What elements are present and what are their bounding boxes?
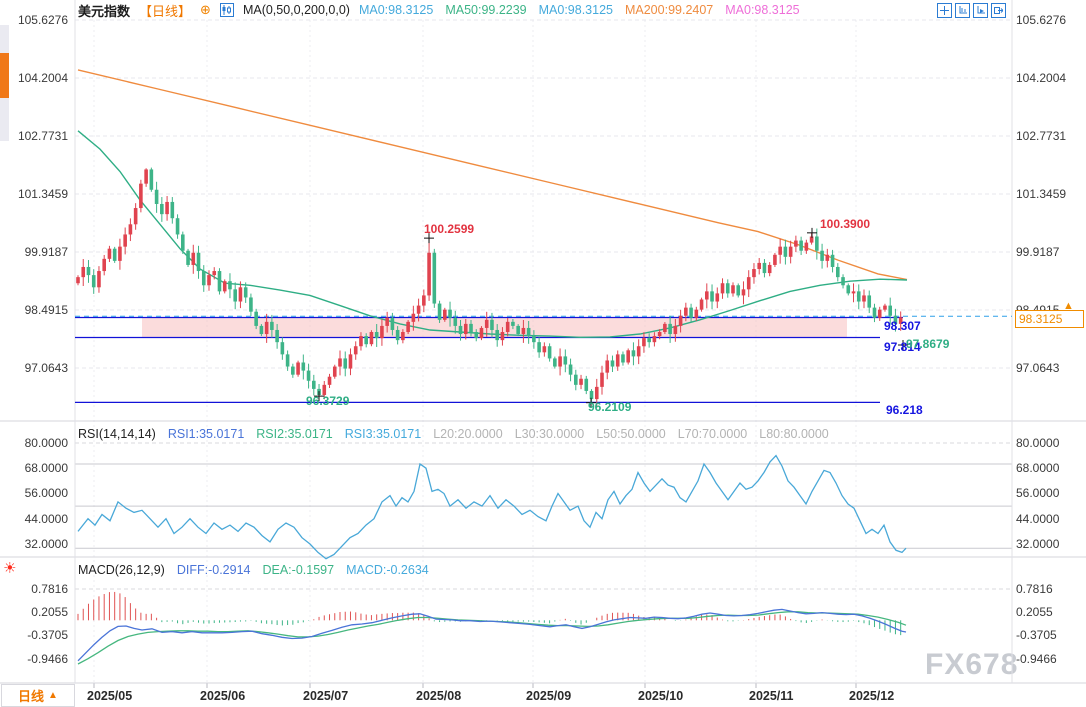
price-annotation: 96.3729 xyxy=(306,394,349,408)
exit-fullscreen-icon[interactable] xyxy=(991,3,1006,18)
rsi-value-label: RSI1:35.0171 xyxy=(168,427,244,441)
price-annotation: 100.2599 xyxy=(424,222,474,236)
date-axis-label: 2025/12 xyxy=(849,689,894,703)
indicator-line xyxy=(78,456,906,559)
macd-header: MACD(26,12,9) DIFF:-0.2914 DEA:-0.1597 MAC… xyxy=(78,563,429,577)
trading-chart-window: ☀ 美元指数 【日线】 ⊕ MA(0,50,0,200,0,0) MA0:98.… xyxy=(0,0,1086,707)
ma-values: MA0:98.3125 MA50:99.2239 MA0:98.3125 MA200:… xyxy=(359,3,800,17)
ma-value-label: MA50:99.2239 xyxy=(445,3,526,17)
current-price-badge: 98.3125 xyxy=(1015,310,1084,328)
price-chart-canvas[interactable] xyxy=(0,0,1086,707)
date-axis-label: 2025/07 xyxy=(303,689,348,703)
sun-icon[interactable]: ☀ xyxy=(3,561,16,576)
price-annotation: 96.2109 xyxy=(588,400,631,414)
symbol-title: 美元指数 xyxy=(78,1,130,20)
date-axis-label: 2025/08 xyxy=(416,689,461,703)
chart-header: 美元指数 【日线】 ⊕ MA(0,50,0,200,0,0) MA0:98.31… xyxy=(78,2,800,18)
left-scrollbar[interactable] xyxy=(0,25,9,141)
date-axis-label: 2025/05 xyxy=(87,689,132,703)
rsi-value-label: L50:50.0000 xyxy=(596,427,666,441)
rsi-params: RSI(14,14,14) xyxy=(78,427,156,441)
candlestick-chart-icon[interactable] xyxy=(220,3,234,17)
period-tag[interactable]: 【日线】 xyxy=(139,1,191,20)
rsi-values: RSI1:35.0171 RSI2:35.0171 RSI3:35.0171 L20:… xyxy=(168,427,829,441)
rsi-value-label: L30:30.0000 xyxy=(515,427,585,441)
ma-value-label: MA0:98.3125 xyxy=(725,3,799,17)
level-label: 97.8679 xyxy=(906,337,949,351)
rsi-value-label: L80:80.0000 xyxy=(759,427,829,441)
period-selector-arrow-icon: ▲ xyxy=(48,690,58,701)
rsi-value-label: RSI3:35.0171 xyxy=(345,427,421,441)
chart-toolbar xyxy=(937,3,1006,18)
rsi-value-label: L70:70.0000 xyxy=(678,427,748,441)
macd-value-label: DIFF:-0.2914 xyxy=(177,563,251,577)
circle-plus-icon[interactable]: ⊕ xyxy=(200,2,211,18)
ma-value-label: MA0:98.3125 xyxy=(359,3,433,17)
date-axis-label: 2025/06 xyxy=(200,689,245,703)
ma-value-label: MA200:99.2407 xyxy=(625,3,713,17)
rsi-header: RSI(14,14,14) RSI1:35.0171RSI2:35.0171RS… xyxy=(78,427,829,441)
macd-values: DIFF:-0.2914 DEA:-0.1597 MACD:-0.2634 xyxy=(177,563,429,577)
left-scrollbar-thumb[interactable] xyxy=(0,53,9,98)
indicator-line xyxy=(78,70,907,280)
indicator-line xyxy=(78,609,906,660)
crosshair-icon[interactable] xyxy=(937,3,952,18)
indicator-line xyxy=(78,131,907,337)
price-up-arrow-icon: ▲ xyxy=(1063,300,1074,312)
axis-pan-icon[interactable] xyxy=(973,3,988,18)
date-axis-label: 2025/09 xyxy=(526,689,571,703)
ma-value-label: MA0:98.3125 xyxy=(539,3,613,17)
axis-scale-icon[interactable] xyxy=(955,3,970,18)
level-label: 96.218 xyxy=(886,403,923,417)
date-axis-label: 2025/10 xyxy=(638,689,683,703)
level-label: 98.307 xyxy=(884,319,921,333)
rsi-value-label: RSI2:35.0171 xyxy=(256,427,332,441)
rsi-value-label: L20:20.0000 xyxy=(433,427,503,441)
date-axis-label: 2025/11 xyxy=(749,689,794,703)
period-selector-label: 日线 xyxy=(18,686,44,705)
period-selector-button[interactable]: 日线 ▲ xyxy=(1,684,75,707)
macd-value-label: MACD:-0.2634 xyxy=(346,563,429,577)
indicator-line xyxy=(78,612,906,664)
price-annotation: 100.3900 xyxy=(820,217,870,231)
ma-params: MA(0,50,0,200,0,0) xyxy=(243,3,350,17)
macd-value-label: DEA:-0.1597 xyxy=(262,563,334,577)
macd-params: MACD(26,12,9) xyxy=(78,563,165,577)
